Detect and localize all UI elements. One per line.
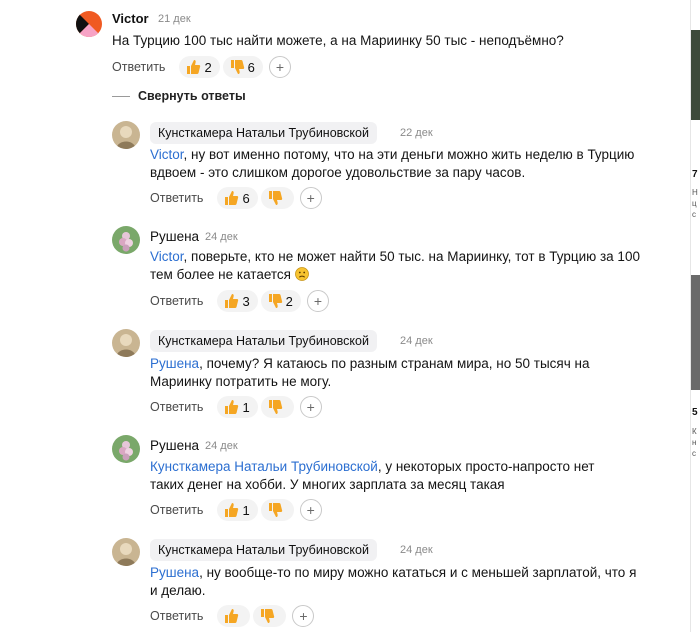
- comment-date: 24 дек: [400, 544, 433, 556]
- comment-actions: Ответить +: [150, 605, 315, 627]
- like-button[interactable]: 1: [217, 396, 258, 418]
- sidebar-snippet: К: [692, 427, 697, 436]
- comment-actions: Ответить 1 +: [150, 396, 322, 418]
- avatar[interactable]: [112, 121, 140, 149]
- mention-link[interactable]: Рушена: [150, 356, 199, 371]
- comment-text: На Турцию 100 тыс найти можете, а на Мар…: [112, 32, 672, 50]
- thumbs-up-icon: [225, 191, 239, 205]
- comment-author[interactable]: Кунсткамера Натальи Трубиновской: [150, 539, 377, 561]
- comment-author[interactable]: Кунсткамера Натальи Трубиновской: [150, 330, 377, 352]
- collapse-label: Свернуть ответы: [138, 89, 246, 103]
- like-count: 3: [242, 293, 250, 309]
- add-reaction-button[interactable]: +: [299, 396, 322, 418]
- comment-text: Кунсткамера Натальи Трубиновской, у неко…: [150, 458, 625, 494]
- sad-face-emoji-icon: [294, 267, 309, 281]
- reply-button[interactable]: Ответить: [150, 609, 203, 623]
- sidebar-snippet: ц: [692, 199, 697, 208]
- reply-button[interactable]: Ответить: [150, 294, 203, 308]
- reply-button[interactable]: Ответить: [150, 191, 203, 205]
- comment-body: , ну вообще-то по миру можно кататься и …: [150, 565, 637, 598]
- comment-body: , почему? Я катаюсь по разным странам ми…: [150, 356, 590, 389]
- like-button[interactable]: 1: [217, 499, 258, 521]
- comment-body: , поверьте, кто не может найти 50 тыс. н…: [150, 249, 640, 282]
- avatar[interactable]: [112, 538, 140, 566]
- comment-text: Victor, ну вот именно потому, что на эти…: [150, 146, 635, 182]
- comment-date: 22 дек: [400, 127, 433, 139]
- like-button[interactable]: 2: [179, 56, 220, 78]
- sidebar-thumbnail[interactable]: [691, 275, 700, 390]
- collapse-replies-button[interactable]: Свернуть ответы: [112, 89, 246, 103]
- thumbs-up-icon: [187, 60, 201, 74]
- like-count: 2: [204, 59, 212, 75]
- sidebar-snippet[interactable]: 5: [692, 408, 698, 418]
- add-reaction-button[interactable]: +: [299, 499, 322, 521]
- dislike-button[interactable]: [253, 605, 287, 627]
- comment-author[interactable]: Victor: [112, 11, 149, 26]
- dislike-count: 6: [247, 59, 255, 75]
- divider: [112, 95, 130, 97]
- thumbs-down-icon: [268, 503, 282, 517]
- comment-author[interactable]: Рушена: [150, 438, 199, 453]
- like-button[interactable]: 6: [217, 187, 258, 209]
- comment-author[interactable]: Кунсткамера Натальи Трубиновской: [150, 122, 377, 144]
- comment-date: 21 дек: [158, 13, 191, 25]
- sidebar-snippet: Н: [692, 188, 698, 197]
- dislike-button[interactable]: [260, 499, 294, 521]
- dislike-button[interactable]: [260, 187, 294, 209]
- dislike-button[interactable]: 2: [260, 290, 301, 312]
- mention-link[interactable]: Victor: [150, 249, 184, 264]
- reply-button[interactable]: Ответить: [112, 60, 165, 74]
- thumbs-up-icon: [225, 400, 239, 414]
- thumbs-up-icon: [225, 609, 239, 623]
- mention-link[interactable]: Рушена: [150, 565, 199, 580]
- comment-date: 24 дек: [205, 231, 238, 243]
- thumbs-up-icon: [225, 503, 239, 517]
- mention-link[interactable]: Кунсткамера Натальи Трубиновской: [150, 459, 378, 474]
- add-reaction-button[interactable]: +: [299, 187, 322, 209]
- comment-author[interactable]: Рушена: [150, 229, 199, 244]
- comment-actions: Ответить 2 6 +: [112, 56, 291, 78]
- sidebar-snippet: н: [692, 438, 697, 447]
- reply-button[interactable]: Ответить: [150, 400, 203, 414]
- like-count: 1: [242, 399, 250, 415]
- comment-actions: Ответить 1 +: [150, 499, 322, 521]
- thumbs-down-icon: [261, 609, 275, 623]
- thumbs-down-icon: [230, 60, 244, 74]
- like-button[interactable]: 3: [217, 290, 258, 312]
- sidebar-snippet[interactable]: 7: [692, 170, 698, 180]
- like-count: 1: [242, 502, 250, 518]
- like-button[interactable]: [217, 605, 251, 627]
- avatar[interactable]: [112, 329, 140, 357]
- comment-text: Victor, поверьте, кто не может найти 50 …: [150, 248, 640, 284]
- dislike-count: 2: [285, 293, 293, 309]
- sidebar-thumbnail[interactable]: [691, 30, 700, 120]
- like-count: 6: [242, 190, 250, 206]
- add-reaction-button[interactable]: +: [306, 290, 329, 312]
- comment-date: 24 дек: [400, 335, 433, 347]
- comment-text: Рушена, ну вообще-то по миру можно катат…: [150, 564, 645, 600]
- sidebar-snippet: с: [692, 449, 696, 458]
- dislike-button[interactable]: 6: [222, 56, 263, 78]
- thumbs-down-icon: [268, 294, 282, 308]
- avatar[interactable]: [112, 435, 140, 463]
- avatar[interactable]: [112, 226, 140, 254]
- avatar[interactable]: [76, 11, 102, 37]
- thumbs-down-icon: [268, 400, 282, 414]
- add-reaction-button[interactable]: +: [268, 56, 291, 78]
- comment-actions: Ответить 3 2 +: [150, 290, 329, 312]
- comment-text: Рушена, почему? Я катаюсь по разным стра…: [150, 355, 620, 391]
- mention-link[interactable]: Victor: [150, 147, 184, 162]
- sidebar-snippet: с: [692, 210, 696, 219]
- thumbs-up-icon: [225, 294, 239, 308]
- comment-actions: Ответить 6 +: [150, 187, 322, 209]
- dislike-button[interactable]: [260, 396, 294, 418]
- add-reaction-button[interactable]: +: [292, 605, 315, 627]
- comment-body: На Турцию 100 тыс найти можете, а на Мар…: [112, 33, 564, 48]
- comment-date: 24 дек: [205, 440, 238, 452]
- reply-button[interactable]: Ответить: [150, 503, 203, 517]
- thumbs-down-icon: [268, 191, 282, 205]
- comment-body: , ну вот именно потому, что на эти деньг…: [150, 147, 635, 180]
